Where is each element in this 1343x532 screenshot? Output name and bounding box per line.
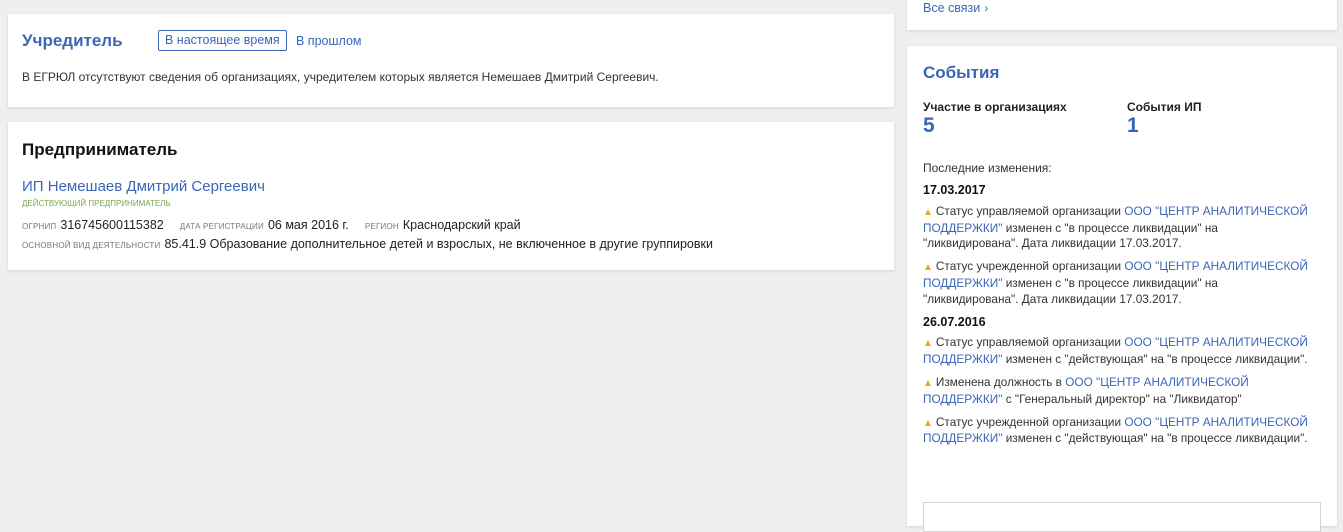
event-item: ▲ Изменена должность в ООО "ЦЕНТР АНАЛИТИ… [923,375,1313,408]
events-card: События Участие в организациях 5 События… [907,46,1337,532]
event-text: изменен с "действующая" на "в процессе л… [1005,352,1308,367]
event-text: Статус учрежденной организации [935,414,1122,429]
events-more-box[interactable] [923,502,1321,532]
entrepreneur-name-link[interactable]: ИП Немешаев Дмитрий Сергеевич [22,178,265,195]
stat-ip-events: События ИП 1 [1127,100,1202,138]
event-item: ▲ Статус управляемой организации ООО "ЦЕН… [923,335,1313,368]
event-text: Статус управляемой организации [935,335,1121,350]
region-label: регион [364,222,399,231]
warning-icon: ▲ [923,338,933,350]
details-row: огрнип 316745600115382 дата регистрации 06 … [22,218,521,232]
events-feed: 17.03.2017 ▲ Статус управляемой организац… [923,183,1313,454]
all-links-label: Все связи [923,1,981,15]
warning-icon: ▲ [923,206,933,218]
all-links-link[interactable]: Все связи › [923,1,988,15]
stat-ip-events-value[interactable]: 1 [1127,114,1139,137]
stat-ip-events-label: События ИП [1127,100,1202,114]
entrepreneur-title: Предприниматель [22,140,178,159]
event-item: ▲ Статус учрежденной организации ООО "ЦЕН… [923,259,1313,307]
warning-icon: ▲ [923,262,933,274]
region-value: Краснодарский край [402,218,521,232]
stat-participation-value[interactable]: 5 [923,114,935,137]
tab-current[interactable]: В настоящее время [158,30,287,51]
chevron-right-icon: › [984,1,989,15]
founder-card: Учредитель В настоящее время В прошлом В… [8,14,894,107]
status-badge: действующий предприниматель [22,199,171,208]
ogrnip-value: 316745600115382 [60,218,164,232]
stat-participation-label: Участие в организациях [923,100,1067,114]
reg-date-label: дата регистрации [179,222,264,231]
event-item: ▲ Статус управляемой организации ООО "ЦЕН… [923,204,1313,252]
event-item: ▲ Статус учрежденной организации ООО "ЦЕН… [923,415,1313,448]
warning-icon: ▲ [923,377,933,389]
stat-participation: Участие в организациях 5 [923,100,1067,138]
event-date: 17.03.2017 [923,183,986,197]
event-text: с "Генеральный директор" на "Ликвидатор" [1005,391,1242,406]
event-text: изменен с "действующая" на "в процессе л… [1005,431,1308,446]
activity-row: основной вид деятельности 85.41.9 Образов… [22,237,713,251]
event-text: Изменена должность в [935,374,1062,389]
event-date: 26.07.2016 [923,314,986,329]
reg-date-value: 06 мая 2016 г. [267,218,349,232]
tab-past[interactable]: В прошлом [296,34,362,48]
event-text: Статус управляемой организации [935,203,1121,218]
founder-info-text: В ЕГРЮЛ отсутствуют сведения об организа… [22,70,659,84]
event-text: Статус учрежденной организации [935,259,1122,274]
founder-title: Учредитель [22,31,123,50]
links-card: Все связи › [907,0,1337,30]
activity-value: 85.41.9 Образование дополнительное детей… [164,237,713,251]
entrepreneur-card: Предприниматель ИП Немешаев Дмитрий Серг… [8,122,894,270]
ogrnip-label: огрнип [22,222,57,231]
warning-icon: ▲ [923,417,933,429]
activity-label: основной вид деятельности [22,241,161,250]
events-title: События [923,63,1000,82]
last-changes-label: Последние изменения: [923,161,1052,175]
